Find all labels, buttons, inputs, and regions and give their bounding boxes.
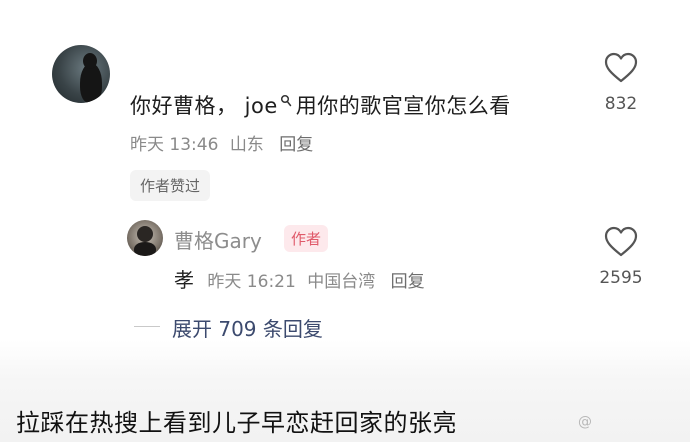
author-liked-chip: 作者赞过 bbox=[130, 170, 211, 201]
comment-timestamp: 昨天 13:46 bbox=[130, 135, 219, 155]
reply-reply-button[interactable]: 回复 bbox=[391, 272, 425, 292]
heart-outline-icon bbox=[604, 226, 638, 262]
expand-divider bbox=[134, 326, 160, 327]
reply-text: 孝 bbox=[174, 268, 194, 292]
comment-like-count: 832 bbox=[604, 94, 638, 114]
watermark: @ bbox=[578, 414, 592, 430]
reply-author-name[interactable]: 曹格Gary bbox=[174, 225, 262, 254]
commenter-avatar[interactable] bbox=[52, 45, 110, 103]
comment-text: 你好曹格， joe 用你的歌官宣你怎么看 bbox=[130, 89, 511, 120]
reply-timestamp: 昨天 16:21 bbox=[207, 272, 296, 292]
comment-body: 用你的歌官宣你怎么看 bbox=[295, 94, 511, 118]
reply-author-badge: 作者 bbox=[284, 225, 329, 252]
reply-region: 中国台湾 bbox=[307, 272, 376, 292]
reply-meta: 孝 昨天 16:21 中国台湾 回复 bbox=[174, 264, 425, 293]
reply-like-button[interactable]: 2595 bbox=[596, 226, 646, 288]
comment-region: 山东 bbox=[229, 135, 264, 155]
comment-greeting: 你好曹格， joe bbox=[130, 94, 278, 118]
comment-meta: 昨天 13:46 山东 回复 bbox=[130, 130, 313, 155]
search-icon bbox=[280, 89, 292, 107]
reply-like-count: 2595 bbox=[599, 268, 643, 288]
reply-author-avatar[interactable] bbox=[127, 220, 163, 256]
comment-reply-button[interactable]: 回复 bbox=[279, 135, 313, 155]
heart-outline-icon bbox=[604, 52, 638, 88]
caption-text: 拉踩在热搜上看到儿子早恋赶回家的张亮 bbox=[16, 409, 457, 437]
expand-replies-link[interactable]: 展开 709 条回复 bbox=[172, 313, 323, 342]
comment-like-button[interactable]: 832 bbox=[596, 52, 646, 114]
